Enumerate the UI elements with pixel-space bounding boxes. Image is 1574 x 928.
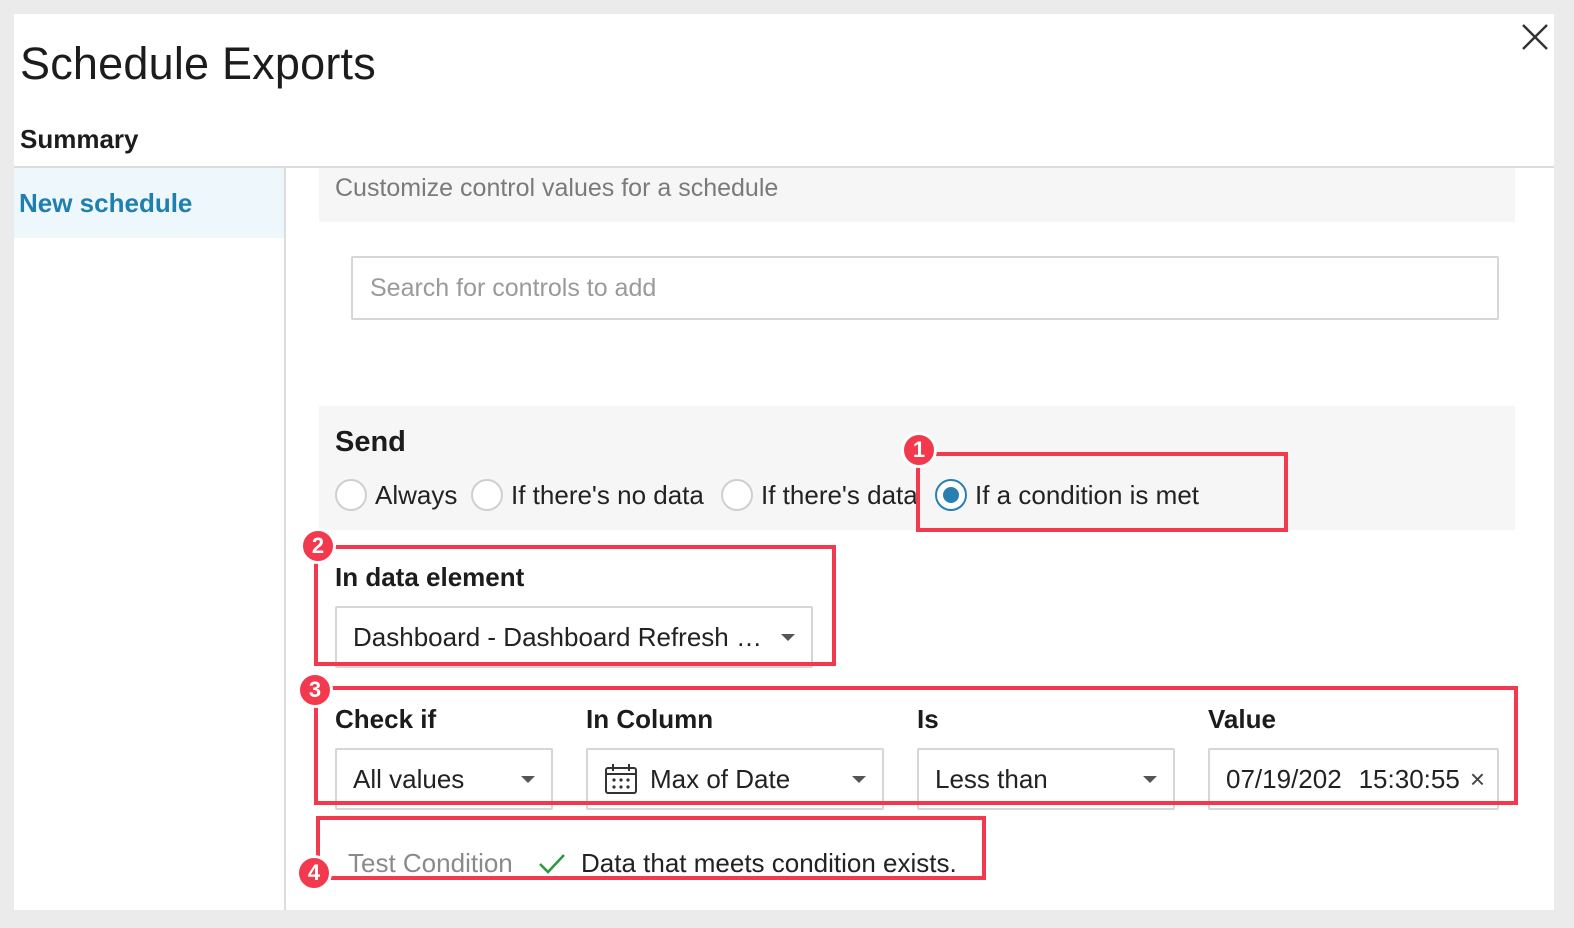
is-select[interactable]: Less than bbox=[917, 748, 1175, 810]
radio-label: If a condition is met bbox=[975, 479, 1199, 510]
schedule-exports-dialog: Schedule Exports Summary New schedule Cu… bbox=[14, 14, 1554, 910]
sidebar-item-new-schedule[interactable]: New schedule bbox=[14, 168, 284, 238]
chevron-down-icon bbox=[852, 775, 866, 783]
radio-label: If there's no data bbox=[511, 479, 704, 510]
controls-header-text: Customize control values for a schedule bbox=[335, 174, 779, 202]
value-datetime-input[interactable]: 07/19/202 15:30:55 × bbox=[1208, 748, 1499, 810]
test-result-text: Data that meets condition exists. bbox=[581, 848, 957, 878]
annotation-badge-2: 2 bbox=[300, 528, 336, 564]
in-data-element-label: In data element bbox=[335, 562, 525, 592]
chevron-down-icon bbox=[1143, 775, 1157, 783]
radio-if-data[interactable]: If there's data bbox=[721, 478, 918, 512]
clear-icon[interactable]: × bbox=[1470, 764, 1485, 795]
calendar-icon bbox=[605, 764, 637, 794]
data-element-value: Dashboard - Dashboard Refresh … bbox=[353, 621, 762, 652]
summary-heading: Summary bbox=[20, 124, 139, 154]
main-panel: Customize control values for a schedule … bbox=[286, 168, 1554, 910]
value-time[interactable]: 15:30:55 bbox=[1359, 764, 1460, 795]
value-date[interactable]: 07/19/202 bbox=[1226, 764, 1349, 795]
test-condition-link[interactable]: Test Condition bbox=[348, 848, 513, 879]
value-label: Value bbox=[1208, 704, 1276, 734]
check-if-value: All values bbox=[353, 763, 465, 794]
annotation-badge-3: 3 bbox=[297, 672, 333, 708]
radio-if-condition-met[interactable]: If a condition is met bbox=[935, 478, 1199, 512]
radio-label: If there's data bbox=[761, 479, 918, 510]
radio-circle-checked bbox=[935, 479, 967, 511]
is-label: Is bbox=[917, 704, 939, 734]
chevron-down-icon bbox=[521, 775, 535, 783]
close-button[interactable] bbox=[1518, 20, 1552, 54]
in-column-value: Max of Date bbox=[650, 763, 791, 794]
send-label: Send bbox=[335, 426, 406, 458]
radio-circle bbox=[471, 479, 503, 511]
send-panel: Send Always If there's no data If there'… bbox=[319, 406, 1515, 530]
in-column-label: In Column bbox=[586, 704, 714, 734]
annotation-badge-4: 4 bbox=[296, 855, 332, 891]
in-column-select[interactable]: Max of Date bbox=[586, 748, 884, 810]
chevron-down-icon bbox=[781, 633, 795, 641]
controls-header: Customize control values for a schedule bbox=[319, 168, 1515, 222]
search-controls-input[interactable] bbox=[351, 256, 1499, 320]
close-icon bbox=[1522, 24, 1548, 50]
annotation-badge-1: 1 bbox=[901, 432, 937, 468]
dialog-title: Schedule Exports bbox=[20, 38, 376, 89]
check-if-select[interactable]: All values bbox=[335, 748, 553, 810]
check-icon bbox=[539, 854, 565, 874]
data-element-select[interactable]: Dashboard - Dashboard Refresh … bbox=[335, 606, 813, 668]
radio-always[interactable]: Always bbox=[335, 478, 457, 512]
radio-if-no-data[interactable]: If there's no data bbox=[471, 478, 704, 512]
radio-label: Always bbox=[375, 479, 458, 510]
check-if-label: Check if bbox=[335, 704, 437, 734]
radio-circle bbox=[721, 479, 753, 511]
radio-circle bbox=[335, 479, 367, 511]
sidebar: New schedule bbox=[14, 168, 286, 910]
is-value: Less than bbox=[935, 763, 1048, 794]
